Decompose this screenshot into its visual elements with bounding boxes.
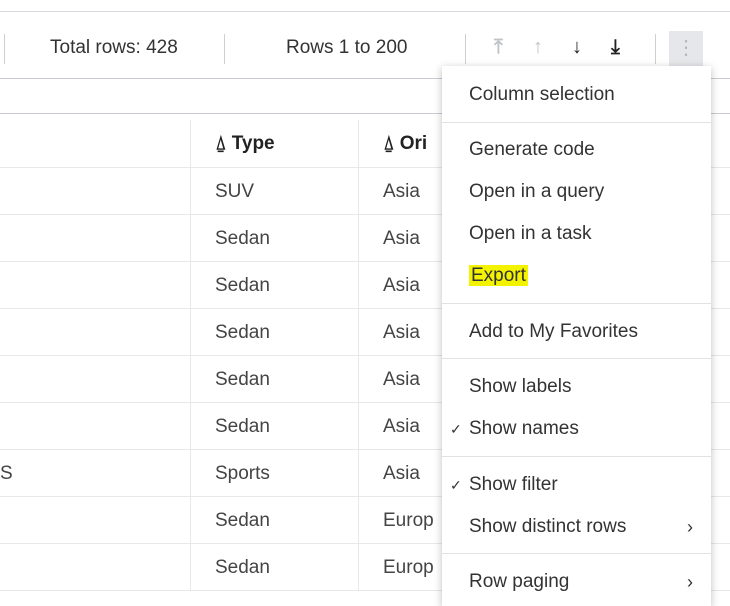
table-toolbar: Total rows: 428 Rows 1 to 200 ⤒ ↑ ↓ ⤓ ⋮: [0, 28, 730, 68]
table-cell: Sports: [190, 450, 358, 497]
checkmark-icon: ✓: [450, 477, 462, 493]
menu-item-column-selection[interactable]: Column selection: [442, 76, 711, 114]
table-cell: Sedan: [190, 356, 358, 403]
separator: [224, 34, 225, 64]
table-cell: S: [0, 463, 13, 484]
menu-item-label: Show labels: [469, 376, 572, 397]
menu-divider: [442, 122, 711, 123]
table-cell: Sedan: [190, 497, 358, 544]
first-page-icon[interactable]: ⤒: [494, 36, 503, 59]
table-cell: Sedan: [190, 215, 358, 262]
menu-divider: [442, 553, 711, 554]
menu-item-label: Column selection: [469, 84, 615, 105]
chevron-right-icon: ›: [687, 517, 693, 537]
menu-item-add-to-favorites[interactable]: Add to My Favorites: [442, 313, 711, 351]
character-type-icon: ⍙: [215, 133, 232, 154]
menu-item-label: Open in a query: [469, 181, 605, 202]
menu-divider: [442, 358, 711, 359]
menu-item-open-in-query[interactable]: Open in a query: [442, 173, 711, 211]
table-cell: Sedan: [190, 262, 358, 309]
total-rows: Total rows: 428: [50, 37, 178, 58]
previous-page-icon[interactable]: ↑: [533, 36, 543, 59]
separator: [655, 34, 656, 64]
menu-item-show-labels[interactable]: Show labels: [442, 368, 711, 406]
menu-item-generate-code[interactable]: Generate code: [442, 131, 711, 169]
table-cell: SUV: [190, 168, 358, 215]
next-page-icon[interactable]: ↓: [572, 36, 582, 59]
separator: [465, 34, 466, 64]
menu-item-label: Open in a task: [469, 223, 592, 244]
menu-item-show-distinct-rows[interactable]: Show distinct rows ›: [442, 508, 711, 546]
more-options-button[interactable]: ⋮: [669, 31, 703, 67]
menu-item-label: Show filter: [469, 474, 558, 495]
table-cell: Sedan: [190, 403, 358, 450]
character-type-icon: ⍙: [383, 133, 400, 154]
menu-item-row-paging[interactable]: Row paging ›: [442, 563, 711, 601]
menu-item-open-in-task[interactable]: Open in a task: [442, 215, 711, 253]
menu-divider: [442, 303, 711, 304]
menu-item-label: Add to My Favorites: [469, 321, 638, 342]
more-options-menu: Column selection Generate code Open in a q…: [442, 66, 711, 606]
separator: [4, 34, 5, 64]
top-divider: [0, 11, 730, 12]
table-cell: Sedan: [190, 309, 358, 356]
last-page-icon[interactable]: ⤓: [611, 36, 620, 59]
menu-item-label: Show names: [469, 418, 579, 439]
menu-item-label: Show distinct rows: [469, 516, 627, 537]
checkmark-icon: ✓: [450, 421, 462, 437]
menu-item-label: Row paging: [469, 571, 570, 592]
menu-item-label: Generate code: [469, 139, 595, 160]
column-header-type[interactable]: ⍙ Type: [190, 120, 358, 167]
rows-range: Rows 1 to 200: [286, 37, 408, 58]
chevron-right-icon: ›: [687, 572, 693, 592]
menu-item-label: Export: [469, 265, 528, 286]
menu-divider: [442, 456, 711, 457]
menu-item-show-names[interactable]: ✓ Show names: [442, 410, 711, 448]
menu-item-export[interactable]: Export: [442, 257, 711, 295]
table-cell: Sedan: [190, 544, 358, 591]
menu-item-show-filter[interactable]: ✓ Show filter: [442, 466, 711, 504]
